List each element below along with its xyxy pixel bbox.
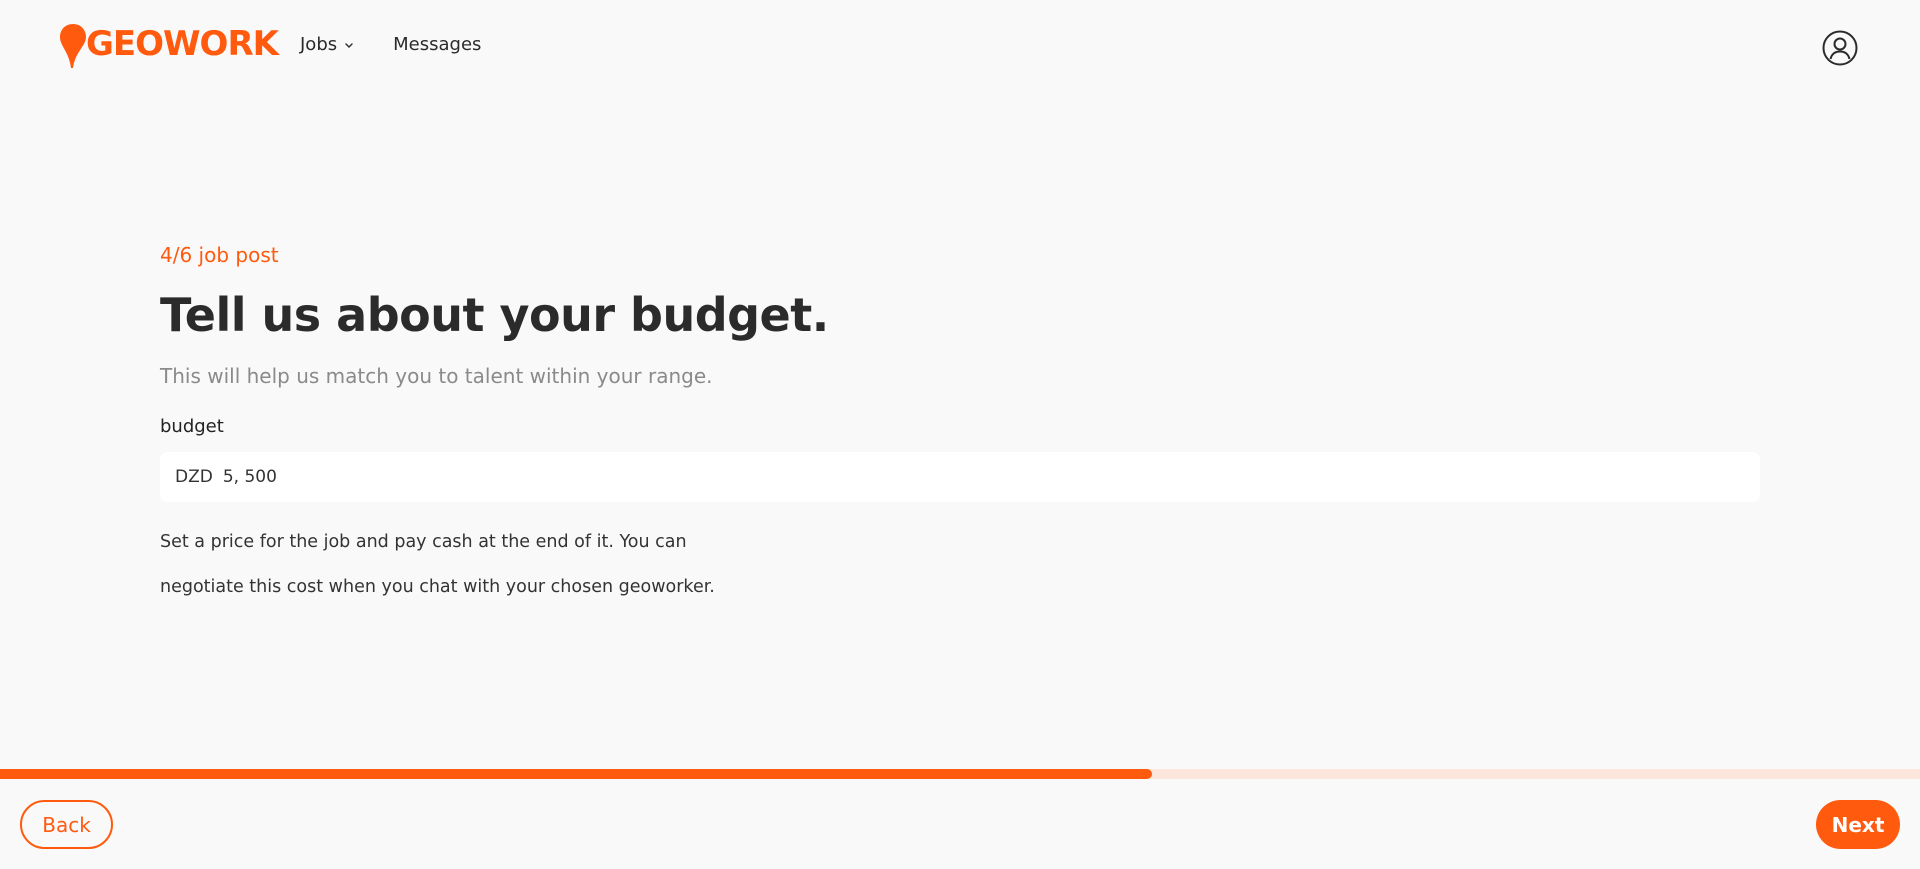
top-navbar: GEOWORK Jobs Messages: [0, 0, 1920, 95]
currency-label: DZD: [175, 467, 213, 487]
budget-field[interactable]: DZD: [160, 452, 1760, 502]
user-circle-icon[interactable]: [1822, 30, 1858, 66]
budget-help-text: Set a price for the job and pay cash at …: [160, 520, 800, 610]
nav-jobs-label: Jobs: [300, 34, 338, 55]
budget-input[interactable]: [222, 467, 623, 487]
back-button[interactable]: Back: [20, 800, 113, 849]
logo-text: GEOWORK: [86, 24, 279, 64]
main-nav: Jobs Messages: [300, 34, 481, 55]
chevron-down-icon: [345, 42, 353, 48]
help-line-1: Set a price for the job and pay cash at …: [160, 532, 687, 552]
budget-label: budget: [160, 416, 224, 437]
nav-messages[interactable]: Messages: [393, 34, 481, 55]
progress-bar: [0, 769, 1920, 779]
map-pin-icon: [60, 24, 86, 68]
logo[interactable]: GEOWORK: [58, 22, 279, 72]
nav-messages-label: Messages: [393, 34, 482, 55]
next-button[interactable]: Next: [1816, 800, 1900, 849]
page-title: Tell us about your budget.: [160, 288, 829, 342]
page-subtitle: This will help us match you to talent wi…: [160, 364, 713, 388]
progress-fill: [0, 769, 1152, 779]
job-post-budget-page: GEOWORK Jobs Messages 4/6 job post Tell …: [0, 0, 1920, 869]
nav-jobs-dropdown[interactable]: Jobs: [300, 34, 355, 55]
step-indicator: 4/6 job post: [160, 243, 279, 267]
help-line-2: negotiate this cost when you chat with y…: [160, 577, 715, 597]
